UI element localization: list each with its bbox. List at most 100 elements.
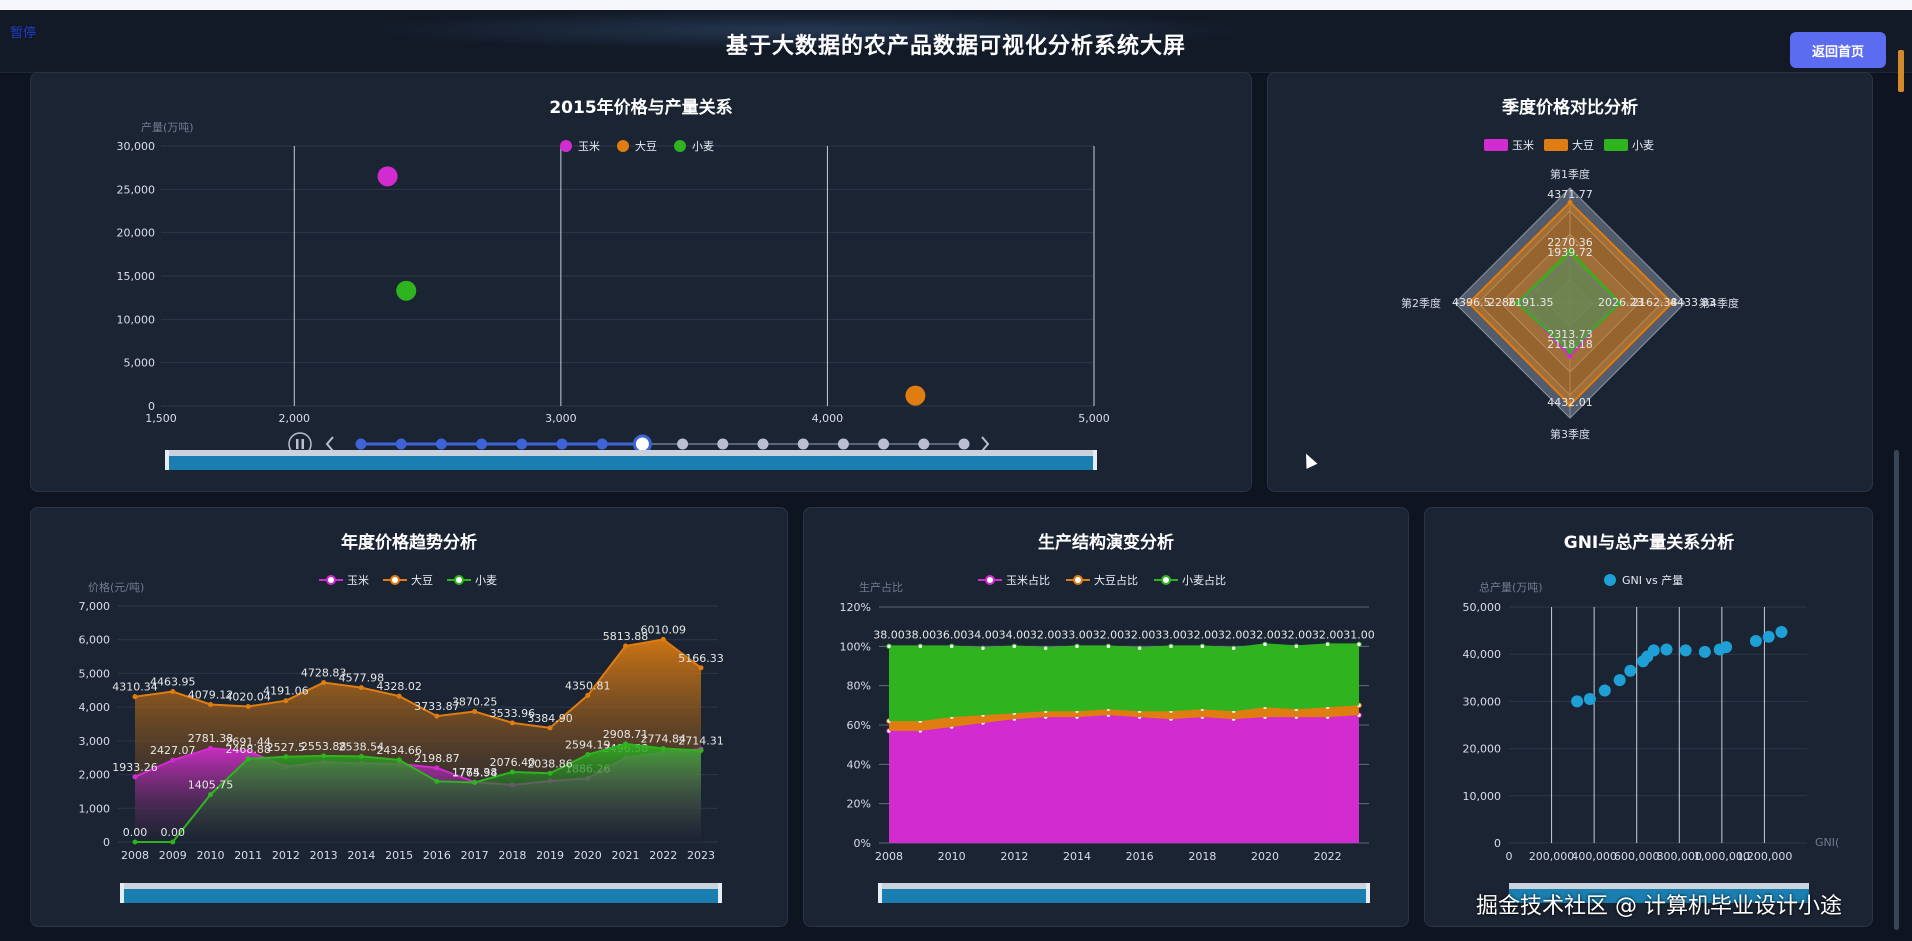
data-point[interactable] (1356, 641, 1362, 648)
data-point[interactable] (132, 839, 138, 845)
datazoom-handle-left[interactable] (165, 450, 169, 470)
data-point[interactable] (585, 752, 591, 758)
data-point[interactable] (623, 741, 629, 747)
data-point[interactable] (170, 689, 176, 695)
data-point[interactable] (1105, 643, 1112, 650)
datazoom-handle-left[interactable] (120, 883, 124, 903)
data-point[interactable] (948, 643, 955, 650)
timeline-dot[interactable] (395, 438, 407, 450)
data-point[interactable] (472, 709, 478, 715)
data-point[interactable] (396, 693, 402, 699)
legend-大豆-marker[interactable] (617, 140, 629, 152)
scatter-point[interactable] (396, 280, 417, 301)
legend-小麦-marker-dot[interactable] (454, 575, 464, 585)
stacked-area[interactable] (889, 715, 1359, 843)
data-point[interactable] (434, 713, 440, 719)
data-point[interactable] (1074, 643, 1080, 650)
scatter-point[interactable] (1762, 630, 1775, 643)
data-point[interactable] (358, 685, 364, 691)
data-point[interactable] (472, 779, 478, 785)
scatter-point[interactable] (1613, 674, 1626, 687)
data-point[interactable] (1199, 643, 1206, 650)
timeline-dot[interactable] (797, 438, 809, 450)
legend-玉米占比-marker-dot[interactable] (985, 575, 995, 585)
data-point[interactable] (698, 747, 704, 753)
legend-小麦占比-marker-dot[interactable] (1161, 575, 1171, 585)
datazoom-handle-right[interactable] (1366, 883, 1370, 903)
radar-point[interactable] (1567, 353, 1573, 359)
timeline-dot[interactable] (837, 438, 849, 450)
data-point[interactable] (917, 643, 924, 650)
datazoom-handle-right[interactable] (718, 883, 722, 903)
timeline-dot[interactable] (717, 438, 729, 450)
data-point[interactable] (1293, 643, 1300, 650)
scatter-point[interactable] (1571, 695, 1584, 708)
scatter-point[interactable] (1583, 693, 1596, 706)
data-point[interactable] (245, 756, 251, 762)
legend-gni-marker[interactable] (1604, 574, 1616, 586)
scatter-point[interactable] (1624, 664, 1637, 677)
legend-玉米-marker-dot[interactable] (326, 575, 336, 585)
data-point[interactable] (396, 757, 402, 763)
timeline-dot[interactable] (918, 438, 930, 450)
data-point[interactable] (547, 725, 553, 731)
legend-小麦-marker[interactable] (1604, 139, 1628, 151)
scatter-point[interactable] (1660, 643, 1673, 656)
timeline-dot[interactable] (757, 438, 769, 450)
data-point[interactable] (547, 770, 553, 776)
data-point[interactable] (1136, 645, 1143, 652)
timeline-dot[interactable] (596, 438, 608, 450)
timeline-dot[interactable] (516, 438, 528, 450)
scatter-point[interactable] (905, 385, 926, 406)
timeline-dot[interactable] (355, 438, 367, 450)
data-point[interactable] (1042, 645, 1049, 652)
datazoom-handle-left[interactable] (878, 883, 882, 903)
data-point[interactable] (207, 792, 213, 798)
datazoom-handle-right[interactable] (1093, 450, 1097, 470)
data-point[interactable] (358, 753, 364, 759)
data-point[interactable] (434, 765, 440, 771)
scrollbar[interactable] (1894, 450, 1899, 930)
scatter-point[interactable] (1720, 641, 1733, 654)
legend-小麦-marker[interactable] (674, 140, 686, 152)
scatter-point[interactable] (1775, 626, 1788, 639)
legend-玉米-marker[interactable] (560, 140, 572, 152)
data-point[interactable] (283, 754, 289, 760)
datazoom-slider[interactable] (121, 889, 721, 903)
scatter-point[interactable] (1647, 644, 1660, 657)
data-point[interactable] (698, 665, 704, 671)
data-point[interactable] (623, 643, 629, 649)
data-point[interactable] (170, 757, 176, 763)
data-point[interactable] (980, 645, 986, 652)
data-point[interactable] (170, 839, 176, 845)
data-point[interactable] (283, 698, 289, 704)
data-point[interactable] (132, 774, 138, 780)
datazoom-slider[interactable] (166, 456, 1096, 470)
data-point[interactable] (585, 692, 591, 698)
data-point[interactable] (886, 643, 892, 650)
data-point[interactable] (509, 769, 515, 775)
data-point[interactable] (321, 753, 327, 759)
data-point[interactable] (660, 636, 666, 642)
data-point[interactable] (1168, 643, 1174, 650)
legend-玉米-marker[interactable] (1484, 139, 1508, 151)
data-point[interactable] (509, 720, 515, 726)
timeline-dot[interactable] (878, 438, 890, 450)
datazoom-slider[interactable] (879, 889, 1369, 903)
data-point[interactable] (207, 701, 213, 707)
data-point[interactable] (1324, 641, 1331, 648)
legend-大豆占比-marker-dot[interactable] (1073, 575, 1083, 585)
data-point[interactable] (132, 694, 138, 700)
timeline-dot[interactable] (556, 438, 568, 450)
timeline-dot[interactable] (476, 438, 488, 450)
scatter-point[interactable] (1679, 644, 1692, 657)
data-point[interactable] (1230, 645, 1237, 652)
timeline-dot[interactable] (677, 438, 689, 450)
scatter-point[interactable] (377, 166, 398, 187)
data-point[interactable] (1262, 641, 1268, 648)
scatter-point[interactable] (1598, 684, 1611, 697)
home-button[interactable]: 返回首页 (1790, 32, 1886, 68)
legend-大豆-marker-dot[interactable] (390, 575, 400, 585)
data-point[interactable] (434, 778, 440, 784)
data-point[interactable] (1011, 643, 1018, 650)
